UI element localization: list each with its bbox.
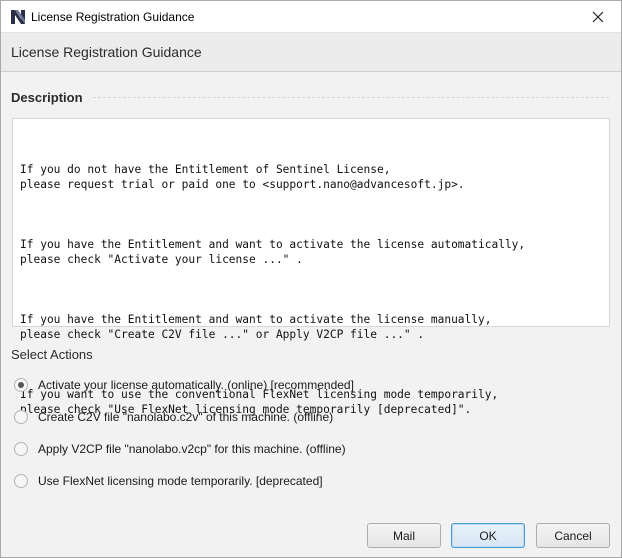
description-paragraph: If you do not have the Entitlement of Se…	[20, 163, 465, 191]
description-section-title: Description	[11, 90, 89, 105]
radio-create-c2v[interactable]: Create C2V file "nanolabo.c2v" of this m…	[14, 410, 333, 424]
description-paragraph: If you have the Entitlement and want to …	[20, 238, 526, 266]
radio-label: Use FlexNet licensing mode temporarily. …	[38, 474, 323, 488]
radio-label: Apply V2CP file "nanolabo.v2cp" for this…	[38, 442, 346, 456]
radio-button[interactable]	[14, 410, 28, 424]
radio-label: Activate your license automatically. (on…	[38, 378, 354, 392]
mail-button[interactable]: Mail	[367, 523, 441, 548]
close-icon	[592, 11, 604, 22]
radio-label: Create C2V file "nanolabo.c2v" of this m…	[38, 410, 334, 424]
close-button[interactable]	[575, 1, 621, 32]
ok-button[interactable]: OK	[451, 523, 525, 548]
radio-button-selected[interactable]	[14, 378, 28, 392]
radio-button[interactable]	[14, 442, 28, 456]
dialog-header: License Registration Guidance	[1, 32, 621, 72]
title-bar[interactable]: License Registration Guidance	[1, 1, 621, 32]
nanolabo-n-logo-icon	[10, 8, 26, 25]
window-title: License Registration Guidance	[31, 9, 195, 24]
header-title: License Registration Guidance	[11, 44, 202, 60]
license-registration-dialog: License Registration Guidance License Re…	[0, 0, 622, 558]
description-paragraph: If you have the Entitlement and want to …	[20, 313, 492, 341]
description-divider	[93, 97, 609, 98]
select-actions-title: Select Actions	[11, 347, 99, 362]
description-text-area[interactable]: If you do not have the Entitlement of Se…	[12, 118, 610, 416]
radio-use-flexnet[interactable]: Use FlexNet licensing mode temporarily. …	[14, 474, 323, 488]
cancel-button[interactable]: Cancel	[536, 523, 610, 548]
radio-button[interactable]	[14, 474, 28, 488]
radio-apply-v2cp[interactable]: Apply V2CP file "nanolabo.v2cp" for this…	[14, 442, 346, 456]
radio-activate-online[interactable]: Activate your license automatically. (on…	[14, 378, 354, 392]
